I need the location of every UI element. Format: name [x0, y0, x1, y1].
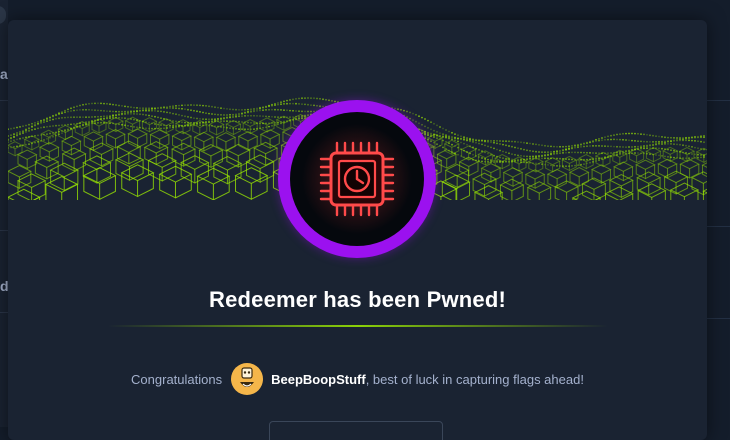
modal-action-button[interactable]	[269, 421, 443, 440]
user-avatar[interactable]	[231, 363, 263, 395]
background-divider	[707, 318, 730, 319]
congrats-suffix: , best of luck in capturing flags ahead!	[366, 372, 584, 387]
background-left-panel	[0, 0, 8, 427]
pwned-title: Redeemer has been Pwned!	[8, 287, 707, 313]
background-text-fragment: a	[0, 66, 8, 82]
chip-clock-icon	[290, 112, 424, 246]
background-right-panel	[707, 0, 730, 427]
badge-inner-circle	[290, 112, 424, 246]
machine-badge	[278, 100, 436, 258]
congrats-prefix: Congratulations	[131, 372, 222, 387]
title-divider	[108, 325, 608, 327]
pwned-modal: Redeemer has been Pwned! Congratulations…	[8, 20, 707, 440]
background-divider	[0, 100, 8, 101]
background-divider	[707, 226, 730, 227]
background-divider	[707, 100, 730, 101]
background-divider	[0, 312, 8, 313]
robot-avatar-icon	[231, 363, 263, 395]
username-link[interactable]: BeepBoopStuff	[271, 372, 366, 387]
background-divider	[0, 230, 8, 231]
congrats-message: Congratulations BeepBoopStuff , best of …	[8, 362, 707, 396]
